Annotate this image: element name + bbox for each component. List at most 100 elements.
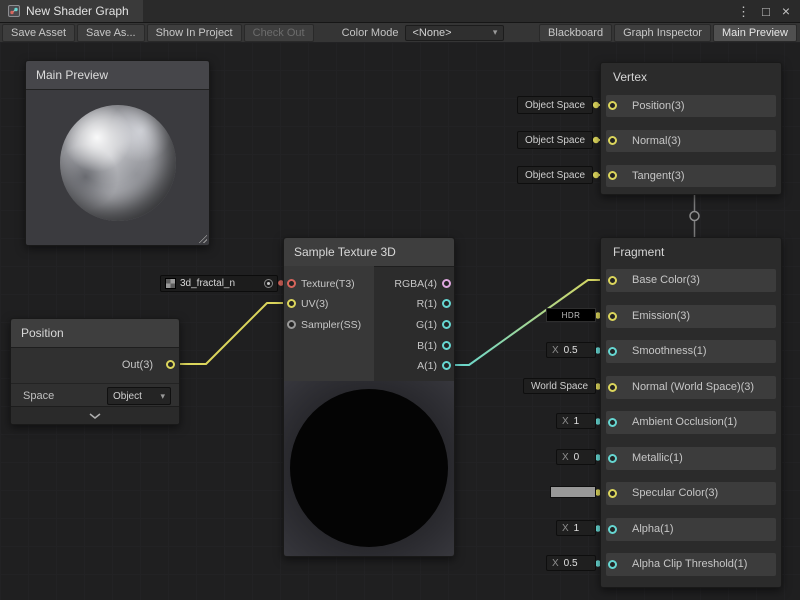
vertex-fragment-connector: [690, 195, 699, 237]
sample-texture-3d-title: Sample Texture 3D: [284, 238, 454, 267]
emission-color-field[interactable]: HDR: [546, 308, 596, 322]
smoothness-value-field[interactable]: X 0.5: [546, 342, 596, 358]
fragment-row-metallic: Metallic(1): [606, 447, 776, 470]
output-label: R(1): [417, 296, 437, 312]
color-mode-label: Color Mode: [342, 27, 399, 39]
fragment-row-alpha-clip-threshold: Alpha Clip Threshold(1): [606, 553, 776, 576]
port-ambient-occlusion[interactable]: [608, 418, 617, 427]
sample-texture-3d-node[interactable]: Sample Texture 3D Texture(T3) UV(3) Samp…: [283, 237, 455, 557]
port-vertex-normal[interactable]: [608, 136, 617, 145]
toolbar-right-group: Blackboard Graph Inspector Main Preview: [539, 24, 798, 42]
check-out-button[interactable]: Check Out: [244, 24, 314, 42]
port-base-color[interactable]: [608, 276, 617, 285]
output-row-rgba: RGBA(4): [354, 276, 454, 292]
port-uv-in[interactable]: [287, 299, 296, 308]
port-vertex-tangent[interactable]: [608, 171, 617, 180]
kebab-menu-icon[interactable]: ⋮: [737, 5, 750, 18]
output-label: RGBA(4): [394, 276, 437, 292]
close-icon[interactable]: ×: [782, 4, 790, 18]
port-a-out[interactable]: [442, 361, 451, 370]
metallic-value-field[interactable]: X 0: [556, 449, 596, 465]
position-space-row: Space Object ▾: [11, 383, 179, 407]
field-value: 0.5: [564, 558, 578, 569]
port-alpha-clip-threshold[interactable]: [608, 560, 617, 569]
axis-label: X: [552, 558, 559, 569]
fragment-row-label: Alpha Clip Threshold(1): [632, 553, 747, 576]
shader-graph-icon: [8, 5, 20, 17]
main-preview-toggle-button[interactable]: Main Preview: [713, 24, 797, 42]
window-controls: ⋮ □ ×: [737, 0, 800, 22]
port-texture-in[interactable]: [287, 279, 296, 288]
fragment-row-label: Specular Color(3): [632, 482, 718, 505]
fragment-row-label: Smoothness(1): [632, 340, 707, 363]
maximize-icon[interactable]: □: [762, 5, 770, 18]
normal-space-binding-value: Object Space: [525, 135, 585, 146]
position-node[interactable]: Position Out(3) Space Object ▾: [10, 318, 180, 425]
preview-collapse-bar[interactable]: [11, 406, 179, 424]
alpha-value-field[interactable]: X 1: [556, 520, 596, 536]
input-label: Sampler(SS): [301, 317, 361, 333]
vertex-title: Vertex: [601, 63, 781, 90]
chevron-down-icon: ▾: [160, 391, 165, 402]
show-in-project-button[interactable]: Show In Project: [147, 24, 242, 42]
fragment-title: Fragment: [601, 238, 781, 265]
output-label: B(1): [417, 338, 437, 354]
vertex-node[interactable]: Vertex Position(3) Normal(3) Tangent(3): [600, 62, 782, 195]
port-position-out[interactable]: [166, 360, 175, 369]
port-sampler-in[interactable]: [287, 320, 296, 329]
position-space-dropdown[interactable]: Object Space: [517, 96, 593, 114]
fragment-node[interactable]: Fragment Base Color(3) Emission(3) Smoot…: [600, 237, 782, 588]
specular-color-swatch[interactable]: [550, 486, 596, 498]
vertex-row-normal: Normal(3): [606, 130, 776, 152]
port-g-out[interactable]: [442, 320, 451, 329]
input-label: Texture(T3): [301, 276, 355, 292]
graph-canvas[interactable]: Main Preview Vertex Position(3) Normal(3…: [0, 42, 800, 600]
space-label: Space: [23, 384, 54, 408]
position-space-value: Object Space: [525, 100, 585, 111]
normal-space-binding-dropdown[interactable]: Object Space: [517, 131, 593, 149]
tangent-space-dropdown[interactable]: Object Space: [517, 166, 593, 184]
main-preview-header[interactable]: Main Preview: [26, 61, 209, 90]
port-alpha[interactable]: [608, 525, 617, 534]
fragment-row-base-color: Base Color(3): [606, 269, 776, 292]
save-asset-button[interactable]: Save Asset: [2, 24, 75, 42]
port-b-out[interactable]: [442, 341, 451, 350]
document-tab[interactable]: New Shader Graph: [0, 0, 143, 22]
fragment-row-alpha: Alpha(1): [606, 518, 776, 541]
vertex-row-tangent: Tangent(3): [606, 165, 776, 187]
fragment-row-label: Alpha(1): [632, 518, 674, 541]
alpha-clip-threshold-value-field[interactable]: X 0.5: [546, 555, 596, 571]
output-row-r: R(1): [354, 296, 454, 312]
port-vertex-position[interactable]: [608, 101, 617, 110]
graph-inspector-toggle-button[interactable]: Graph Inspector: [614, 24, 711, 42]
port-specular-color[interactable]: [608, 489, 617, 498]
axis-label: X: [562, 523, 569, 534]
blackboard-toggle-button[interactable]: Blackboard: [539, 24, 612, 42]
save-as-button[interactable]: Save As...: [77, 24, 145, 42]
port-normal-world-space[interactable]: [608, 383, 617, 392]
output-label: G(1): [416, 317, 437, 333]
resize-handle-icon[interactable]: [197, 233, 207, 243]
port-emission[interactable]: [608, 312, 617, 321]
vertex-row-position: Position(3): [606, 95, 776, 117]
chevron-down-icon: ▾: [493, 27, 498, 38]
port-smoothness[interactable]: [608, 347, 617, 356]
object-picker-icon[interactable]: [264, 279, 273, 288]
wire-position-out-to-uv[interactable]: [173, 303, 287, 364]
field-value: 0: [574, 452, 580, 463]
color-mode-dropdown[interactable]: <None> ▾: [405, 25, 504, 41]
fragment-row-label: Metallic(1): [632, 447, 683, 470]
ambient-occlusion-value-field[interactable]: X 1: [556, 413, 596, 429]
collapse-chevron-icon: [89, 413, 101, 419]
port-r-out[interactable]: [442, 299, 451, 308]
texture-name: 3d_fractal_n: [180, 278, 260, 289]
preview-sphere: [60, 105, 176, 221]
axis-label: X: [562, 416, 569, 427]
texture-object-field[interactable]: 3d_fractal_n: [160, 275, 278, 292]
port-metallic[interactable]: [608, 454, 617, 463]
normal-space-mode-dropdown[interactable]: World Space: [523, 378, 596, 394]
title-bar: New Shader Graph ⋮ □ ×: [0, 0, 800, 23]
space-dropdown[interactable]: Object ▾: [107, 387, 171, 405]
port-rgba-out[interactable]: [442, 279, 451, 288]
vertex-row-label: Tangent(3): [632, 165, 685, 187]
